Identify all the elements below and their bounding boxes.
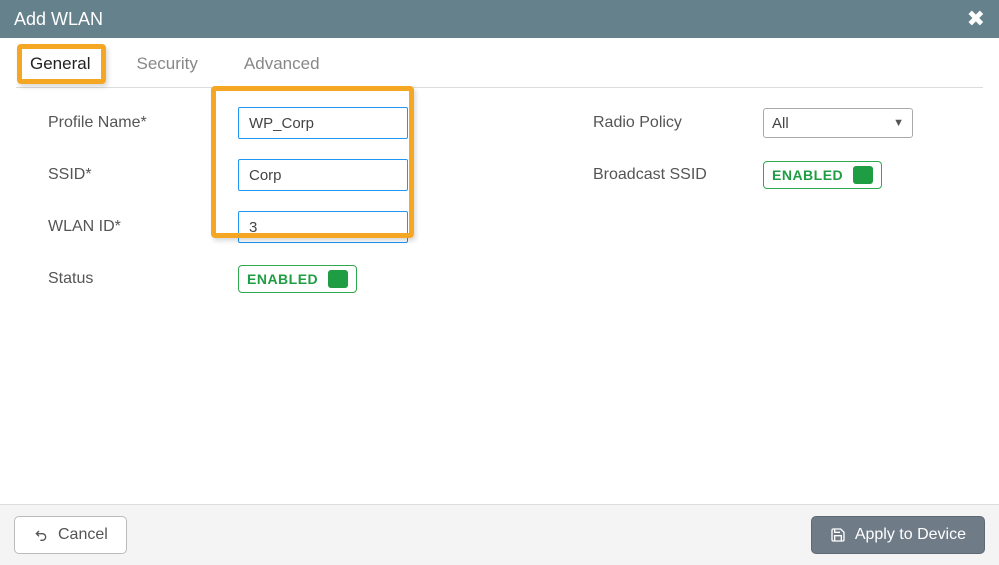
status-toggle[interactable]: ENABLED [238,265,357,293]
cancel-button-label: Cancel [58,526,108,544]
chevron-down-icon: ▼ [893,117,904,129]
toggle-knob-icon [853,166,873,184]
tab-bar: General Security Advanced [0,38,999,88]
ssid-input[interactable] [238,159,408,191]
label-radio-policy: Radio Policy [593,106,743,140]
cancel-button[interactable]: Cancel [14,516,127,554]
label-broadcast-ssid: Broadcast SSID [593,158,743,192]
label-profile-name: Profile Name* [48,106,218,140]
modal-titlebar: Add WLAN ✖ [0,0,999,38]
profile-name-input[interactable] [238,107,408,139]
tab-advanced[interactable]: Advanced [238,52,326,76]
label-status: Status [48,262,218,296]
radio-policy-selected-value: All [772,115,789,132]
save-icon [830,527,846,543]
label-wlan-id: WLAN ID* [48,210,218,244]
toggle-knob-icon [328,270,348,288]
tab-general[interactable]: General [24,52,96,76]
modal-title: Add WLAN [14,9,103,30]
apply-to-device-button[interactable]: Apply to Device [811,516,985,554]
status-toggle-label: ENABLED [247,271,318,287]
broadcast-toggle-label: ENABLED [772,167,843,183]
label-ssid: SSID* [48,158,218,192]
wlan-id-input[interactable] [238,211,408,243]
modal-footer: Cancel Apply to Device [0,504,999,565]
broadcast-ssid-toggle[interactable]: ENABLED [763,161,882,189]
apply-button-label: Apply to Device [855,526,966,544]
tab-security[interactable]: Security [130,52,203,76]
radio-policy-select[interactable]: All ▼ [763,108,913,138]
undo-icon [33,527,49,543]
close-icon[interactable]: ✖ [967,6,985,32]
